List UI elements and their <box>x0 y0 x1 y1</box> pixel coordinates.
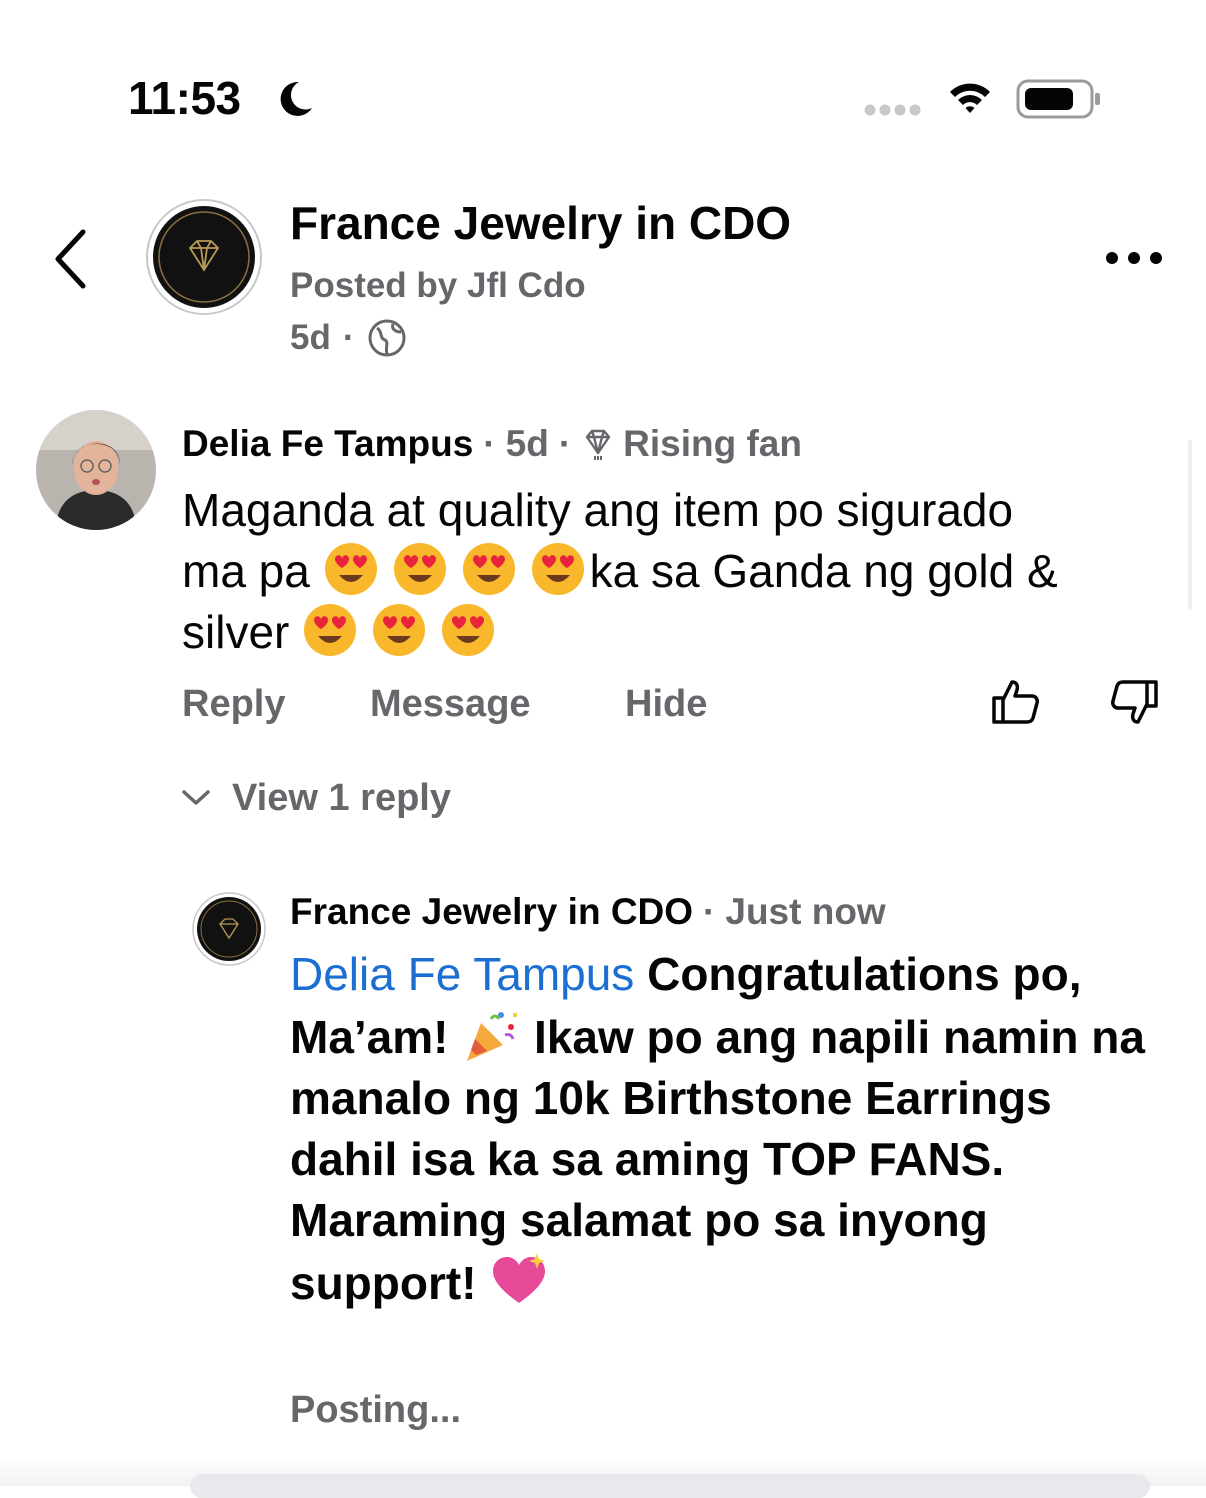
meta-separator: · <box>558 423 572 464</box>
view-replies-label: View 1 reply <box>232 777 451 819</box>
reply-header: France Jewelry in CDO · Just now <box>290 888 886 936</box>
meta-separator: · <box>483 423 496 464</box>
thumbs-up-icon[interactable] <box>990 676 1042 728</box>
scroll-edge <box>1188 440 1192 610</box>
heart-eyes-emoji-icon <box>393 543 446 595</box>
reply-text-part: Maraming salamat po sa inyong support! <box>290 1194 988 1309</box>
meta-separator: · <box>342 318 355 357</box>
signal-dots-icon <box>864 104 921 116</box>
more-options-icon[interactable] <box>1104 250 1164 266</box>
post-meta: 5d · <box>290 316 407 360</box>
reply-text: Delia Fe Tampus Congratulations po, Ma’a… <box>290 944 1170 1314</box>
reply-button[interactable]: Reply <box>182 680 285 728</box>
post-age: 5d <box>290 318 331 357</box>
comment-author[interactable]: Delia Fe Tampus <box>182 420 473 468</box>
moon-icon <box>280 81 312 116</box>
sparkling-heart-emoji-icon <box>493 1253 546 1303</box>
message-button[interactable]: Message <box>370 680 531 728</box>
heart-eyes-emoji-icon <box>373 604 426 656</box>
thumbs-down-icon[interactable] <box>1108 676 1160 728</box>
hide-button[interactable]: Hide <box>625 680 707 728</box>
back-chevron-icon[interactable] <box>50 228 92 290</box>
heart-eyes-emoji-icon <box>324 543 377 595</box>
comment-header: Delia Fe Tampus · 5d · Rising fan <box>182 420 802 468</box>
rising-fan-badge: Rising fan <box>623 423 802 464</box>
comment-text-line: silver <box>182 606 290 658</box>
globe-icon <box>368 319 406 357</box>
posted-by[interactable]: Posted by Jfl Cdo <box>290 264 586 308</box>
page-avatar[interactable] <box>145 198 263 316</box>
page-title[interactable]: France Jewelry in CDO <box>290 196 791 250</box>
heart-eyes-emoji-icon <box>462 543 515 595</box>
heart-eyes-emoji-icon <box>531 543 584 595</box>
reply-age: Just now <box>725 891 886 932</box>
wifi-icon <box>950 83 990 113</box>
heart-eyes-emoji-icon <box>442 604 495 656</box>
battery-icon <box>1016 79 1100 119</box>
meta-separator: · <box>703 891 716 932</box>
view-replies-button[interactable]: View 1 reply <box>180 774 451 822</box>
comment-age: 5d <box>505 423 549 464</box>
comment-text-line: Maganda at quality ang item po sigurado <box>182 484 1014 536</box>
reply-page-avatar[interactable] <box>192 892 266 966</box>
party-popper-emoji-icon <box>467 1012 518 1061</box>
comment-composer-bar[interactable] <box>190 1474 1150 1498</box>
mention-link[interactable]: Delia Fe Tampus <box>290 948 634 1000</box>
comment-text: Maganda at quality ang item po sigurado … <box>182 480 1182 663</box>
comment-text-line: ma pa <box>182 545 310 597</box>
reply-author[interactable]: France Jewelry in CDO <box>290 888 693 936</box>
rising-fan-badge-icon <box>585 429 611 460</box>
status-time: 11:53 <box>128 72 241 124</box>
commenter-avatar[interactable] <box>36 410 156 530</box>
chevron-down-icon <box>182 790 210 805</box>
comment-text-line: ka sa Ganda ng gold & <box>589 545 1058 597</box>
heart-eyes-emoji-icon <box>304 604 357 656</box>
posting-status: Posting... <box>290 1389 461 1431</box>
